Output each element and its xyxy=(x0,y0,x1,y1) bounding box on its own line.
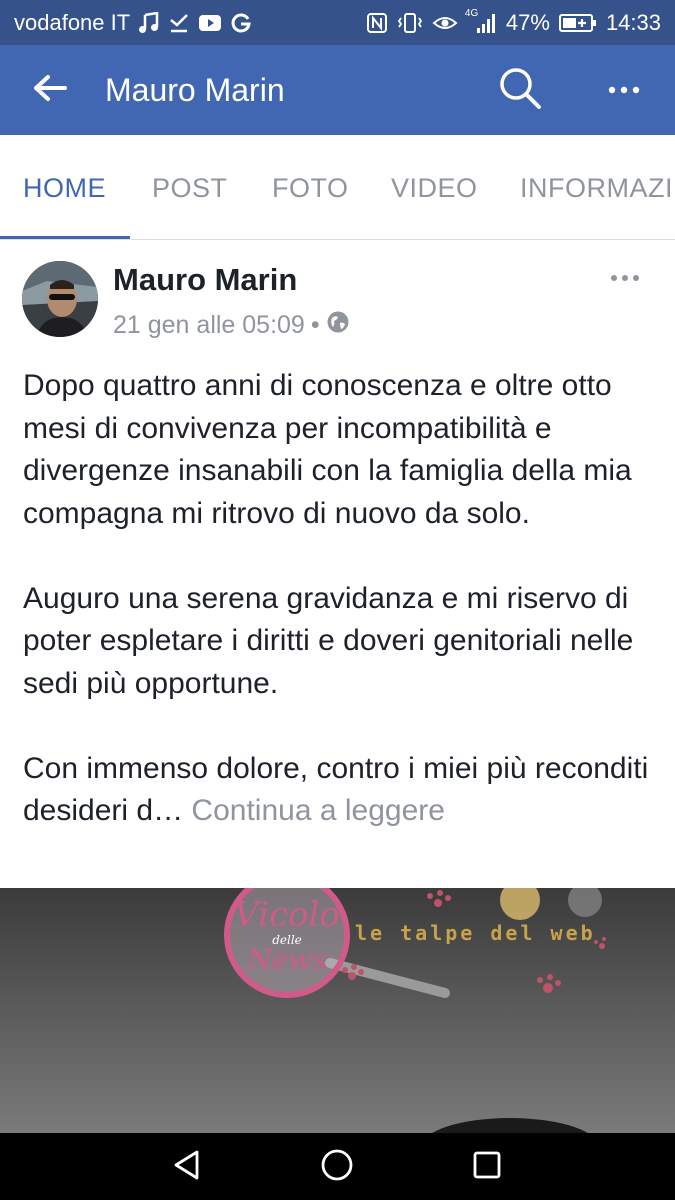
eye-icon xyxy=(432,13,458,33)
post-paragraph: Dopo quattro anni di conoscenza e oltre … xyxy=(23,369,632,530)
post-meta: 21 gen alle 05:09 • xyxy=(113,310,350,341)
carrier-label: vodafone IT xyxy=(14,9,131,35)
post-timestamp[interactable]: 21 gen alle 05:09 xyxy=(113,311,305,340)
download-done-icon xyxy=(168,12,190,34)
globe-icon xyxy=(326,310,350,341)
nfc-icon xyxy=(366,12,388,34)
tab-post[interactable]: POST xyxy=(152,173,228,204)
status-right: 4G 47% 14:33 xyxy=(366,8,661,36)
avatar[interactable] xyxy=(22,261,98,337)
more-button[interactable] xyxy=(594,65,654,115)
post-photo[interactable]: Vicolo delle News le talpe del web xyxy=(0,888,675,1133)
music-note-icon xyxy=(138,11,160,34)
battery-icon xyxy=(558,13,597,33)
watermark-site-label: le talpe del web xyxy=(355,921,596,945)
status-left: vodafone IT xyxy=(14,10,252,36)
search-button[interactable] xyxy=(490,65,550,115)
system-navigation-bar xyxy=(0,1133,675,1200)
tab-foto[interactable]: FOTO xyxy=(272,173,349,204)
post-text: Dopo quattro anni di conoscenza e oltre … xyxy=(23,365,653,833)
youtube-icon xyxy=(198,13,222,33)
tab-home[interactable]: HOME xyxy=(23,173,106,204)
app-bar: Mauro Marin xyxy=(0,45,675,135)
profile-tabs: HOME POST FOTO VIDEO INFORMAZI xyxy=(0,135,675,240)
nav-home-button[interactable] xyxy=(307,1145,367,1189)
clock: 14:33 xyxy=(605,9,661,35)
more-icon xyxy=(610,269,640,287)
post-paragraph-last: Con immenso dolore, contro i miei più re… xyxy=(23,748,653,833)
watermark-logo: Vicolo delle News xyxy=(232,898,342,974)
post-options-button[interactable] xyxy=(600,258,650,298)
continue-reading-link[interactable]: Continua a leggere xyxy=(191,794,445,827)
signal-icon: 4G xyxy=(465,8,497,34)
triangle-back-icon xyxy=(172,1149,202,1186)
vibrate-icon xyxy=(397,12,423,34)
square-recents-icon xyxy=(472,1150,502,1185)
nav-back-button[interactable] xyxy=(157,1145,217,1189)
post-card: Mauro Marin 21 gen alle 05:09 • Dopo qua… xyxy=(0,240,675,890)
more-icon xyxy=(608,81,640,99)
back-button[interactable] xyxy=(10,45,90,135)
logo-line: Vicolo xyxy=(234,895,340,935)
google-icon xyxy=(230,12,252,34)
status-bar: vodafone IT 4G 47% 14:33 xyxy=(0,0,675,45)
post-paragraph: Auguro una serena gravidanza e mi riserv… xyxy=(23,581,634,700)
battery-percent: 47% xyxy=(505,9,550,35)
back-arrow-icon xyxy=(33,74,67,107)
logo-line: News xyxy=(247,943,327,976)
search-icon xyxy=(498,66,542,115)
meta-separator: • xyxy=(310,311,320,339)
tab-video[interactable]: VIDEO xyxy=(391,173,478,204)
page-title: Mauro Marin xyxy=(105,71,285,108)
network-type-label: 4G xyxy=(464,7,479,19)
circle-home-icon xyxy=(320,1148,354,1187)
tab-informazioni[interactable]: INFORMAZI xyxy=(520,173,673,204)
post-author[interactable]: Mauro Marin xyxy=(113,262,297,298)
nav-recents-button[interactable] xyxy=(457,1145,517,1189)
